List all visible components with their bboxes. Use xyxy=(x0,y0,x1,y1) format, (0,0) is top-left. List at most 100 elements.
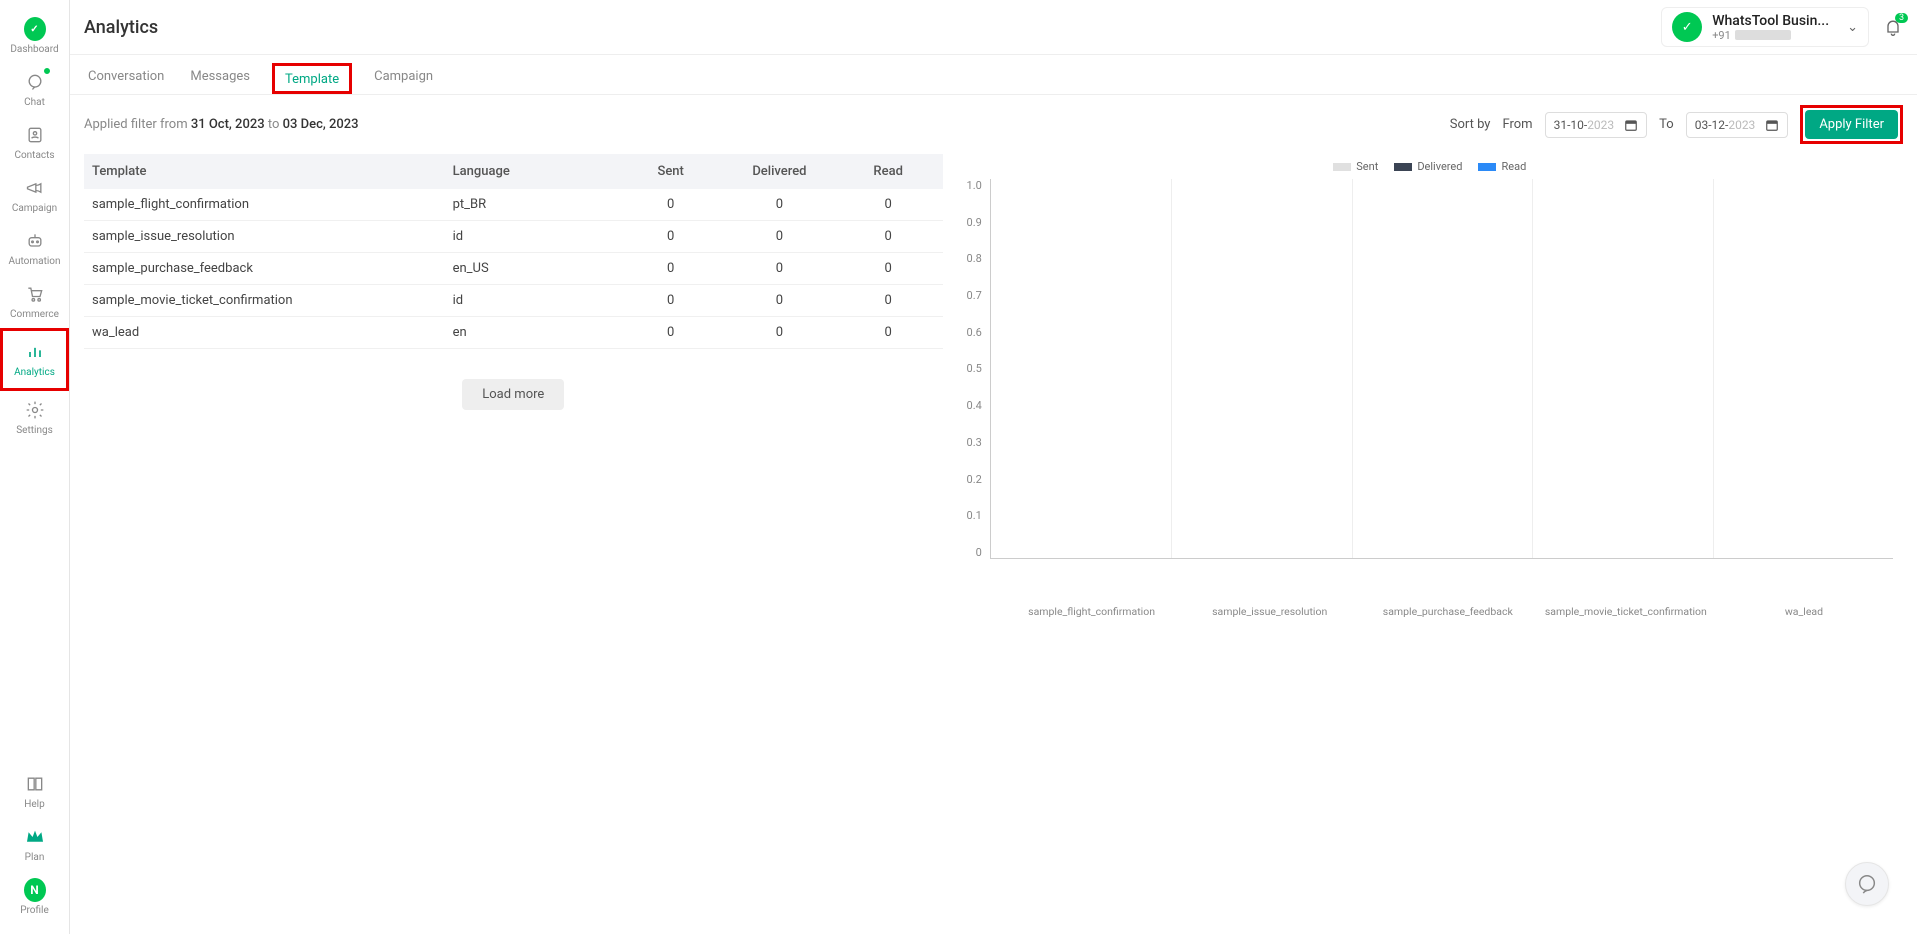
y-tick: 0.4 xyxy=(967,399,982,412)
sort-by-label: Sort by xyxy=(1450,117,1491,132)
applied-filter-text: Applied filter from 31 Oct, 2023 to 03 D… xyxy=(84,117,1438,132)
tab-conversation[interactable]: Conversation xyxy=(84,59,168,94)
col-template[interactable]: Template xyxy=(84,154,445,189)
col-read[interactable]: Read xyxy=(834,154,943,189)
calendar-icon xyxy=(1624,118,1638,132)
y-tick: 0.5 xyxy=(967,362,982,375)
sidebar-item-contacts[interactable]: Contacts xyxy=(0,116,69,169)
apply-filter-button[interactable]: Apply Filter xyxy=(1805,110,1898,139)
crown-icon xyxy=(24,826,46,848)
date-from-input[interactable]: 31-10-2023 xyxy=(1545,112,1648,138)
sidebar-item-label: Plan xyxy=(25,852,45,863)
x-tick: sample_movie_ticket_confirmation xyxy=(1537,605,1715,618)
help-fab[interactable] xyxy=(1845,862,1889,906)
cell-read: 0 xyxy=(834,189,943,221)
table-row[interactable]: wa_leaden000 xyxy=(84,317,943,349)
sidebar-item-label: Profile xyxy=(20,905,49,916)
y-tick: 0.8 xyxy=(967,252,982,265)
legend-delivered: Delivered xyxy=(1394,160,1462,173)
cell-language: pt_BR xyxy=(445,189,617,221)
cell-sent: 0 xyxy=(616,221,725,253)
to-label: To xyxy=(1659,117,1674,132)
chevron-down-icon: ⌄ xyxy=(1847,20,1858,35)
megaphone-icon xyxy=(24,177,46,199)
logo-icon: ✓ xyxy=(24,18,46,40)
sidebar-item-dashboard[interactable]: ✓ Dashboard xyxy=(0,10,69,63)
notification-count: 3 xyxy=(1895,13,1908,23)
cell-delivered: 0 xyxy=(725,317,834,349)
account-name: WhatsTool Busin... xyxy=(1712,13,1829,29)
cell-read: 0 xyxy=(834,317,943,349)
sidebar-item-label: Analytics xyxy=(14,367,55,378)
col-delivered[interactable]: Delivered xyxy=(725,154,834,189)
sidebar-item-label: Campaign xyxy=(12,203,57,214)
tabs: Conversation Messages Template Campaign xyxy=(70,55,1917,95)
sidebar-item-campaign[interactable]: Campaign xyxy=(0,169,69,222)
sidebar-item-label: Contacts xyxy=(14,150,54,161)
cell-template: sample_movie_ticket_confirmation xyxy=(84,285,445,317)
apply-filter-highlight: Apply Filter xyxy=(1800,105,1903,144)
cell-delivered: 0 xyxy=(725,253,834,285)
cell-delivered: 0 xyxy=(725,189,834,221)
cart-icon xyxy=(24,283,46,305)
account-logo-icon: ✓ xyxy=(1672,12,1702,42)
sidebar-item-profile[interactable]: N Profile xyxy=(0,871,69,924)
cell-sent: 0 xyxy=(616,253,725,285)
cell-read: 0 xyxy=(834,253,943,285)
sidebar-item-automation[interactable]: Automation xyxy=(0,222,69,275)
table-row[interactable]: sample_purchase_feedbacken_US000 xyxy=(84,253,943,285)
chart-plot xyxy=(990,179,1893,559)
sidebar-item-label: Help xyxy=(24,799,44,810)
avatar: N xyxy=(24,879,46,901)
sidebar-item-chat[interactable]: Chat xyxy=(0,63,69,116)
col-sent[interactable]: Sent xyxy=(616,154,725,189)
legend-read: Read xyxy=(1478,160,1526,173)
y-tick: 0 xyxy=(976,546,982,559)
tab-template[interactable]: Template xyxy=(272,63,352,94)
sidebar-item-analytics[interactable]: Analytics xyxy=(0,328,69,391)
cell-template: sample_issue_resolution xyxy=(84,221,445,253)
table-row[interactable]: sample_flight_confirmationpt_BR000 xyxy=(84,189,943,221)
col-language[interactable]: Language xyxy=(445,154,617,189)
cell-template: sample_flight_confirmation xyxy=(84,189,445,221)
sidebar-item-label: Automation xyxy=(9,256,61,267)
y-tick: 0.3 xyxy=(967,436,982,449)
notification-bell[interactable]: 3 xyxy=(1883,17,1903,37)
table-row[interactable]: sample_issue_resolutionid000 xyxy=(84,221,943,253)
sidebar-item-label: Dashboard xyxy=(10,44,58,55)
y-axis: 1.00.90.80.70.60.50.40.30.20.10 xyxy=(967,179,990,559)
load-more-button[interactable]: Load more xyxy=(462,379,564,410)
sidebar-item-settings[interactable]: Settings xyxy=(0,391,69,444)
sidebar-item-plan[interactable]: Plan xyxy=(0,818,69,871)
legend-sent: Sent xyxy=(1333,160,1378,173)
chart-legend: Sent Delivered Read xyxy=(967,160,1893,173)
cell-language: id xyxy=(445,285,617,317)
cell-read: 0 xyxy=(834,285,943,317)
templates-table: Template Language Sent Delivered Read sa… xyxy=(84,154,943,349)
sidebar: ✓ Dashboard Chat Contacts Campaign Autom… xyxy=(0,0,70,934)
sidebar-item-help[interactable]: Help xyxy=(0,765,69,818)
sidebar-item-label: Commerce xyxy=(10,309,59,320)
tab-messages[interactable]: Messages xyxy=(186,59,254,94)
table-row[interactable]: sample_movie_ticket_confirmationid000 xyxy=(84,285,943,317)
book-icon xyxy=(24,773,46,795)
date-to-input[interactable]: 03-12-2023 xyxy=(1686,112,1789,138)
account-phone: +91 xyxy=(1712,29,1829,42)
cell-template: wa_lead xyxy=(84,317,445,349)
y-tick: 1.0 xyxy=(967,179,982,192)
tab-campaign[interactable]: Campaign xyxy=(370,59,437,94)
cell-language: en xyxy=(445,317,617,349)
cell-delivered: 0 xyxy=(725,221,834,253)
chat-bubble-icon xyxy=(1856,873,1878,895)
y-tick: 0.9 xyxy=(967,216,982,229)
table-pane: Template Language Sent Delivered Read sa… xyxy=(70,154,957,934)
x-tick: sample_issue_resolution xyxy=(1181,605,1359,618)
account-switcher[interactable]: ✓ WhatsTool Busin... +91 ⌄ xyxy=(1661,7,1869,47)
x-tick: wa_lead xyxy=(1715,605,1893,618)
header: Analytics ✓ WhatsTool Busin... +91 ⌄ 3 xyxy=(70,0,1917,55)
analytics-icon xyxy=(24,341,46,363)
y-tick: 0.7 xyxy=(967,289,982,302)
sidebar-item-commerce[interactable]: Commerce xyxy=(0,275,69,328)
cell-sent: 0 xyxy=(616,317,725,349)
cell-language: en_US xyxy=(445,253,617,285)
